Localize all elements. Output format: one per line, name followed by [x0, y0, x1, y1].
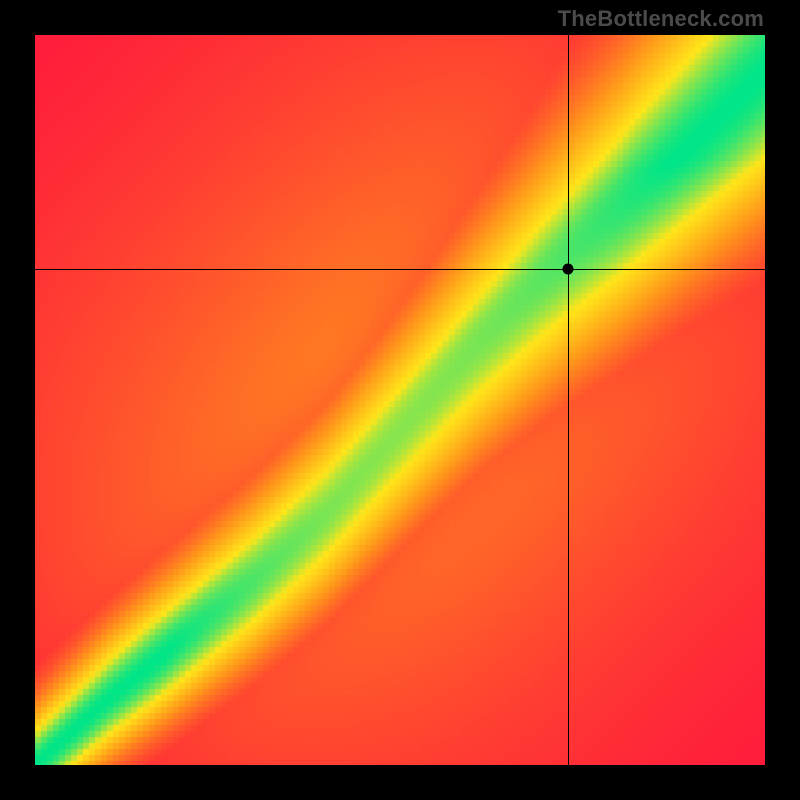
data-point-marker [562, 263, 573, 274]
crosshair-horizontal [35, 269, 765, 270]
crosshair-vertical [568, 35, 569, 765]
watermark-text: TheBottleneck.com [558, 6, 764, 32]
heatmap-plot [35, 35, 765, 765]
chart-frame: TheBottleneck.com [0, 0, 800, 800]
heatmap-canvas [35, 35, 765, 765]
